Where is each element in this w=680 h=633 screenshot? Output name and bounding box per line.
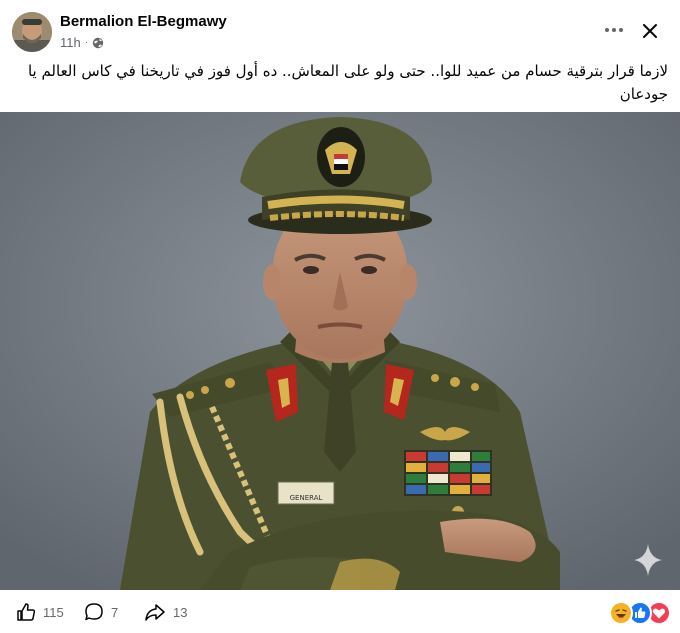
like-count: 115	[43, 604, 64, 620]
share-count: 13	[173, 604, 188, 620]
author-avatar[interactable]	[12, 12, 52, 52]
meta-separator: ·	[84, 37, 89, 48]
post-meta: 11h ·	[60, 35, 104, 50]
post-photo[interactable]: GENERAL	[0, 112, 680, 590]
close-post-button[interactable]	[632, 13, 668, 49]
post-footer: 115 7 13	[0, 592, 680, 633]
author-name[interactable]: Bermalion El-Begmawy	[60, 13, 227, 30]
post-card: Bermalion El-Begmawy 11h · لازما قرار بت…	[0, 0, 680, 633]
post-header: Bermalion El-Begmawy 11h ·	[0, 0, 680, 58]
like-button[interactable]: 115	[16, 600, 64, 624]
haha-icon	[609, 601, 633, 625]
comment-count: 7	[111, 604, 119, 620]
more-horizontal-icon	[605, 28, 623, 32]
share-button[interactable]: 13	[144, 600, 187, 624]
post-time[interactable]: 11h	[60, 35, 81, 50]
share-icon	[145, 604, 165, 621]
post-caption: لازما قرار بترقية حسام من عميد للوا.. حت…	[27, 62, 668, 103]
globe-icon	[92, 37, 104, 49]
like-icon	[17, 603, 36, 621]
comment-button[interactable]: 7	[84, 600, 118, 624]
name-tag-label: GENERAL	[290, 494, 323, 502]
close-icon	[643, 24, 657, 38]
more-options-button[interactable]	[596, 15, 632, 45]
comment-icon	[85, 603, 103, 621]
reaction-summary[interactable]	[609, 601, 671, 625]
